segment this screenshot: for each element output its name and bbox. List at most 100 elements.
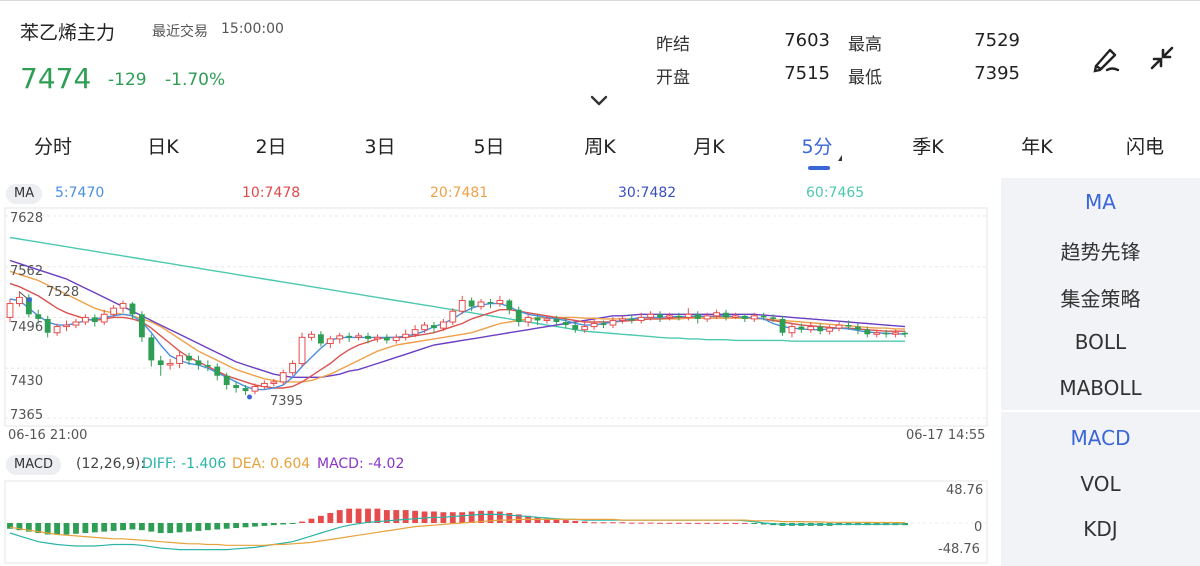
- prev-settle-value: 7603: [784, 30, 830, 51]
- candle-body: [260, 382, 268, 388]
- candle-body: [72, 321, 80, 326]
- kline-chart[interactable]: [0, 176, 995, 566]
- macd-ytick-bottom: -48.76: [938, 542, 980, 557]
- tab-dropdown-caret-icon[interactable]: [838, 155, 842, 161]
- candle-body: [732, 315, 739, 318]
- indicator-maboll[interactable]: MABOLL: [1001, 376, 1200, 400]
- candle-body: [91, 317, 98, 322]
- low-price-mark: 7395: [270, 394, 304, 409]
- open-value: 7515: [784, 63, 830, 84]
- candle-body: [242, 388, 249, 392]
- indicator-boll[interactable]: BOLL: [1001, 330, 1200, 354]
- macd-bar: [393, 510, 400, 523]
- candle-body: [186, 355, 192, 361]
- candle-body: [845, 325, 852, 327]
- tab-weekly-k[interactable]: 周K: [545, 128, 655, 166]
- candle-body: [308, 333, 315, 338]
- macd-bar: [572, 520, 579, 523]
- candle-body: [298, 336, 306, 364]
- candle-body: [119, 303, 127, 309]
- high-value: 7529: [974, 30, 1020, 51]
- candle-body: [703, 315, 711, 320]
- indicator-strategy[interactable]: 集金策略: [1001, 283, 1200, 312]
- tab-5day[interactable]: 5日: [434, 128, 544, 166]
- macd-bar: [280, 523, 287, 525]
- macd-bar: [628, 522, 635, 524]
- tab-lightning[interactable]: 闪电: [1090, 128, 1200, 166]
- macd-bar: [638, 522, 645, 524]
- low-label: 最低: [848, 68, 882, 88]
- candle-body: [600, 323, 607, 326]
- tab-5min[interactable]: 5分: [762, 128, 872, 166]
- candle-body: [892, 332, 899, 335]
- candle-body: [16, 296, 23, 305]
- macd-dea: DEA: 0.604: [232, 456, 311, 472]
- macd-bar: [129, 523, 136, 530]
- macd-bar: [157, 523, 164, 534]
- candle-body: [798, 326, 805, 330]
- macd-bar: [148, 523, 155, 532]
- macd-bar: [675, 522, 682, 524]
- candle-body: [138, 314, 145, 338]
- indicator-kdj[interactable]: KDJ: [1001, 517, 1200, 541]
- high-label: 最高: [848, 35, 882, 55]
- macd-bar: [186, 523, 192, 532]
- macd-bar: [694, 522, 701, 524]
- tab-yearly-k[interactable]: 年K: [982, 128, 1092, 166]
- candle-body: [6, 303, 14, 318]
- last-trade-time: 15:00:00: [221, 21, 284, 37]
- indicator-macd[interactable]: MACD: [1001, 426, 1200, 450]
- tab-3day[interactable]: 3日: [325, 128, 435, 166]
- indicator-trend[interactable]: 趋势先锋: [1001, 236, 1200, 265]
- tab-monthly-k[interactable]: 月K: [654, 128, 764, 166]
- time-end: 06-17 14:55: [906, 428, 986, 443]
- tab-daily-k[interactable]: 日K: [108, 128, 218, 166]
- high-marker-dot: [26, 297, 32, 303]
- candle-body: [807, 326, 815, 331]
- candle-body: [835, 324, 843, 329]
- macd-bar: [713, 522, 720, 524]
- macd-bar: [591, 522, 598, 524]
- chevron-down-icon[interactable]: [588, 92, 610, 108]
- macd-bar: [176, 523, 183, 533]
- macd-bar: [138, 523, 145, 531]
- candle-body: [63, 324, 70, 328]
- candle-body: [647, 313, 655, 318]
- tab-2day[interactable]: 2日: [216, 128, 326, 166]
- candle-body: [817, 326, 824, 332]
- tab-quarterly-k[interactable]: 季K: [873, 128, 983, 166]
- candle-body: [270, 381, 278, 384]
- candle-body: [374, 336, 381, 340]
- draw-icon[interactable]: [1088, 40, 1124, 76]
- candle-body: [166, 362, 174, 366]
- main-indicator-panel: MA 趋势先锋 集金策略 BOLL MABOLL: [1001, 178, 1200, 410]
- candle-body: [289, 362, 297, 374]
- candle-body: [666, 315, 673, 318]
- tab-fenshi[interactable]: 分时: [0, 128, 108, 166]
- candle-body: [618, 318, 626, 321]
- candle-body: [110, 307, 118, 315]
- macd-pill[interactable]: MACD: [6, 455, 61, 475]
- candle-body: [44, 318, 51, 333]
- ytick-3: 7496: [10, 320, 44, 335]
- macd-bar: [289, 523, 296, 524]
- candle-body: [431, 325, 437, 329]
- candle-body: [657, 314, 663, 318]
- candle-body: [195, 360, 202, 366]
- candle-body: [402, 333, 410, 338]
- macd-bar: [732, 522, 739, 524]
- macd-bar: [167, 523, 174, 534]
- indicator-vol[interactable]: VOL: [1001, 472, 1200, 496]
- indicator-ma[interactable]: MA: [1001, 190, 1200, 214]
- candle-body: [524, 316, 532, 323]
- candle-body: [609, 319, 617, 326]
- macd-bar: [723, 522, 729, 524]
- candle-body: [157, 360, 164, 366]
- macd-bar: [261, 523, 268, 526]
- candle-body: [100, 313, 108, 323]
- collapse-icon[interactable]: [1144, 40, 1180, 76]
- macd-bar: [562, 520, 569, 523]
- candle-body: [864, 329, 871, 335]
- candle-body: [628, 318, 635, 321]
- macd-bar: [741, 522, 748, 524]
